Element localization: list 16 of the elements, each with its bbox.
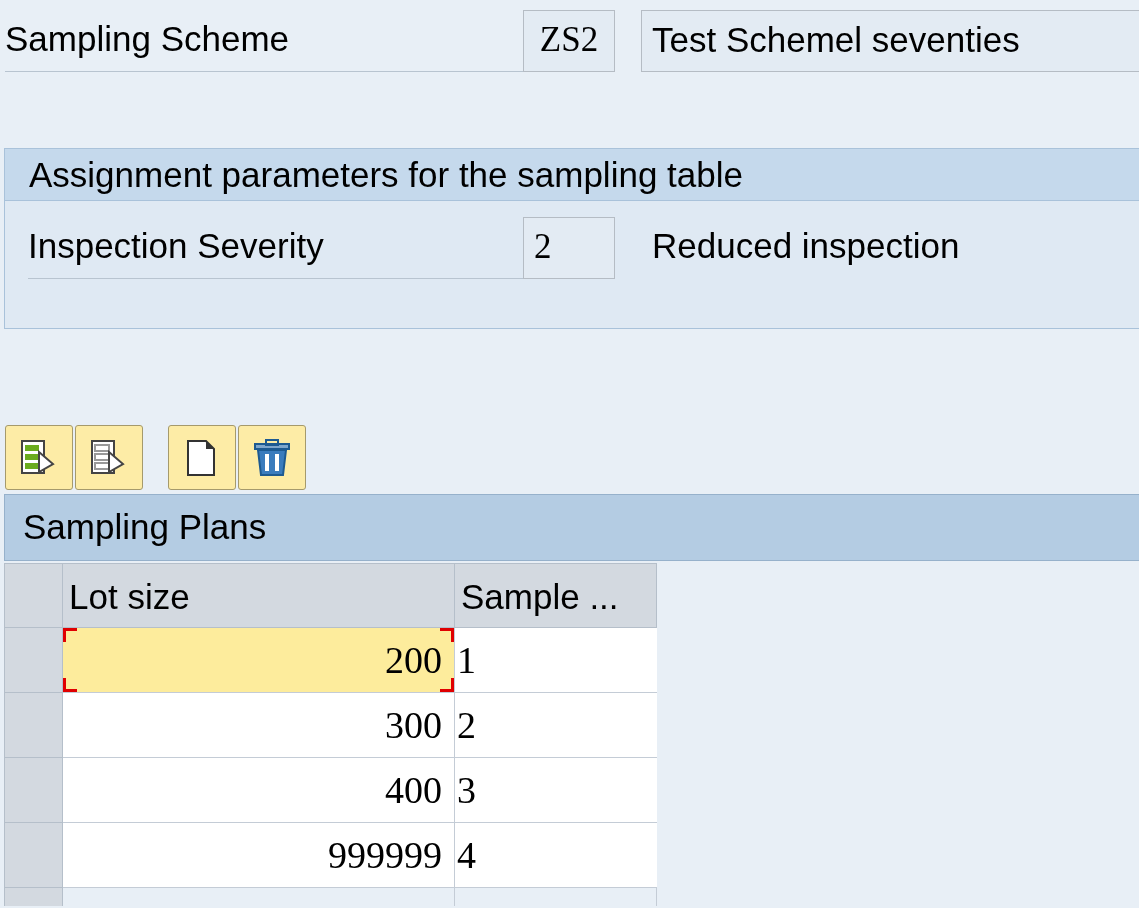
description-field: Test Schemel seventies <box>641 10 1139 72</box>
code-field[interactable]: ZS2 <box>523 10 615 72</box>
table-cell[interactable]: 400 <box>63 758 455 823</box>
table-cell[interactable]: 200 <box>63 628 455 693</box>
column-header[interactable]: Lot size <box>63 563 455 628</box>
column-header[interactable]: Sample ... <box>455 563 657 628</box>
table-cell[interactable]: 1 <box>455 628 657 693</box>
table-cell[interactable]: 999999 <box>63 823 455 888</box>
severity-field[interactable]: 2 <box>523 217 615 279</box>
panel-title: Sampling Plans <box>4 494 1139 561</box>
table-cell[interactable]: 4 <box>455 823 657 888</box>
table-cell[interactable]: 2 <box>455 693 657 758</box>
group-title: Assignment parameters for the sampling table <box>5 149 1139 201</box>
severity-description: Reduced inspection <box>652 225 960 267</box>
table-cell[interactable]: 3 <box>455 758 657 823</box>
table-cell[interactable]: 300 <box>63 693 455 758</box>
